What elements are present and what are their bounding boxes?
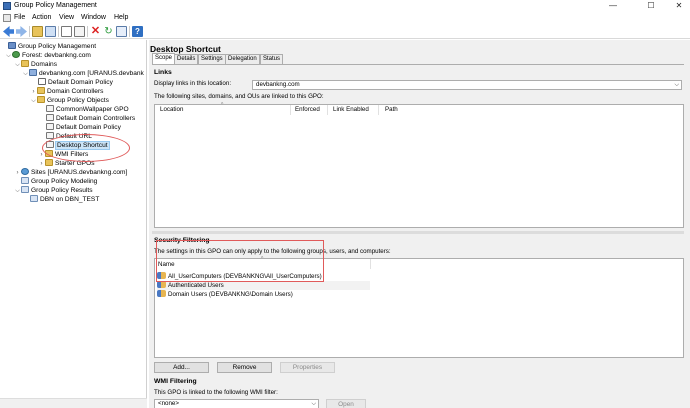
location-value: devbankng.com (256, 81, 300, 88)
gpo-icon (46, 123, 54, 130)
copy-icon[interactable] (61, 26, 72, 37)
tree-node-modeling[interactable]: Group Policy Modeling (14, 177, 97, 186)
toolbar: ✕ ↻ ? (0, 24, 690, 39)
group-icon (157, 290, 166, 297)
add-button[interactable]: Add... (154, 362, 209, 373)
gpo-icon (46, 114, 54, 121)
links-list[interactable]: ^ Location Enforced Link Enabled Path (154, 102, 684, 228)
tab-scope[interactable]: Scope (152, 53, 176, 64)
open-button[interactable]: Open (326, 399, 366, 408)
menu-file[interactable]: File (14, 14, 25, 21)
details-pane: Desktop Shortcut Scope Details Settings … (149, 40, 690, 408)
menu-help[interactable]: Help (114, 14, 128, 21)
console-tree: Group Policy Management ⌵ Forest: devbank… (0, 40, 147, 408)
export-list-icon[interactable] (116, 26, 127, 37)
toolbar-separator (58, 26, 59, 37)
column-enforced[interactable]: Enforced (295, 106, 320, 113)
toolbar-separator (29, 26, 30, 37)
app-icon (3, 2, 11, 10)
forward-arrow-icon[interactable] (16, 26, 27, 37)
paste-icon[interactable] (74, 26, 85, 37)
show-hide-tree-icon[interactable] (45, 26, 56, 37)
tree-node-domain[interactable]: ⌵ devbankng.com [URANUS.devbank (22, 69, 144, 78)
list-item[interactable]: Domain Users (DEVBANKNG\Domain Users) (157, 290, 370, 299)
tree-node-gpo[interactable]: CommonWallpaper GPO (46, 105, 129, 114)
highlight-box-annotation (156, 240, 324, 282)
tree-node-root[interactable]: Group Policy Management (1, 42, 96, 51)
wmi-caption: This GPO is linked to the following WMI … (154, 389, 278, 396)
remove-button[interactable]: Remove (217, 362, 272, 373)
gpo-icon (46, 105, 54, 112)
tab-delegation[interactable]: Delegation (225, 54, 260, 64)
modeling-icon (21, 177, 29, 184)
tree-node-domains[interactable]: ⌵ Domains (14, 60, 57, 69)
links-heading: Links (154, 69, 172, 76)
window-title: Group Policy Management (14, 2, 97, 9)
column-separator (378, 105, 379, 115)
pane-splitter[interactable] (152, 231, 690, 234)
tree-node-domain-controllers[interactable]: › Domain Controllers (30, 87, 103, 96)
toolbar-separator (87, 26, 88, 37)
column-location[interactable]: Location (160, 106, 183, 113)
menu-view[interactable]: View (59, 14, 74, 21)
tree-node-default-domain-policy-link[interactable]: Default Domain Policy (38, 78, 113, 87)
system-menu-icon[interactable] (3, 14, 11, 22)
domain-icon (29, 69, 37, 76)
ou-folder-icon (37, 87, 45, 94)
location-dropdown[interactable]: devbankng.com ⌵ (252, 80, 682, 90)
folder-icon (45, 159, 53, 166)
tree-node-results[interactable]: ⌵ Group Policy Results (14, 186, 93, 195)
tree-node-gpo[interactable]: Default Domain Policy (46, 123, 121, 132)
column-link-enabled[interactable]: Link Enabled (333, 106, 369, 113)
report-icon (30, 195, 38, 202)
gpm-icon (8, 42, 16, 49)
display-links-label: Display links in this location: (154, 80, 232, 87)
scope-tab-panel: Links Display links in this location: de… (152, 64, 690, 408)
maximize-button[interactable]: ☐ (640, 0, 662, 12)
folder-icon (37, 96, 45, 103)
back-arrow-icon[interactable] (3, 26, 14, 37)
refresh-icon[interactable]: ↻ (103, 26, 114, 37)
group-icon (157, 281, 166, 288)
title-bar: Group Policy Management — ☐ ✕ (0, 0, 690, 12)
column-path[interactable]: Path (385, 106, 398, 113)
properties-button[interactable]: Properties (280, 362, 335, 373)
column-separator (290, 105, 291, 115)
menu-bar: File Action View Window Help (0, 12, 690, 24)
sort-up-icon: ^ (221, 102, 224, 108)
help-icon[interactable]: ? (132, 26, 143, 37)
wmi-filter-value: <none> (158, 400, 179, 407)
menu-window[interactable]: Window (81, 14, 106, 21)
folder-icon (21, 60, 29, 67)
column-separator (370, 259, 371, 269)
list-item[interactable]: Authenticated Users (157, 281, 370, 290)
minimize-button[interactable]: — (602, 0, 624, 12)
tab-details[interactable]: Details (174, 54, 199, 64)
tree-node-result-item[interactable]: DBN on DBN_TEST (30, 195, 99, 204)
links-caption: The following sites, domains, and OUs ar… (154, 93, 324, 100)
details-vertical-scrollbar[interactable] (684, 40, 690, 408)
toolbar-separator (129, 26, 130, 37)
sites-icon (21, 168, 29, 175)
tab-settings[interactable]: Settings (198, 54, 226, 64)
gpo-link-icon (38, 78, 46, 85)
chevron-down-icon[interactable]: ⌵ (674, 81, 679, 89)
tab-status[interactable]: Status (260, 54, 284, 64)
delete-icon[interactable]: ✕ (90, 26, 101, 37)
tree-node-sites[interactable]: › Sites [URANUS.devbankng.com] (14, 168, 127, 177)
forest-icon (12, 51, 20, 58)
up-folder-icon[interactable] (32, 26, 43, 37)
wmi-filtering-heading: WMI Filtering (154, 378, 197, 385)
tree-horizontal-scrollbar[interactable] (0, 398, 147, 408)
chevron-down-icon[interactable]: ⌵ (311, 400, 316, 408)
column-separator (327, 105, 328, 115)
wmi-filter-dropdown[interactable]: <none> ⌵ (154, 399, 319, 408)
tree-node-forest[interactable]: ⌵ Forest: devbankng.com (5, 51, 91, 60)
highlight-circle-annotation (42, 134, 130, 162)
tree-node-group-policy-objects[interactable]: ⌵ Group Policy Objects (30, 96, 109, 105)
results-icon (21, 186, 29, 193)
close-button[interactable]: ✕ (668, 0, 690, 12)
menu-action[interactable]: Action (32, 14, 51, 21)
tree-node-gpo[interactable]: Default Domain Controllers (46, 114, 135, 123)
